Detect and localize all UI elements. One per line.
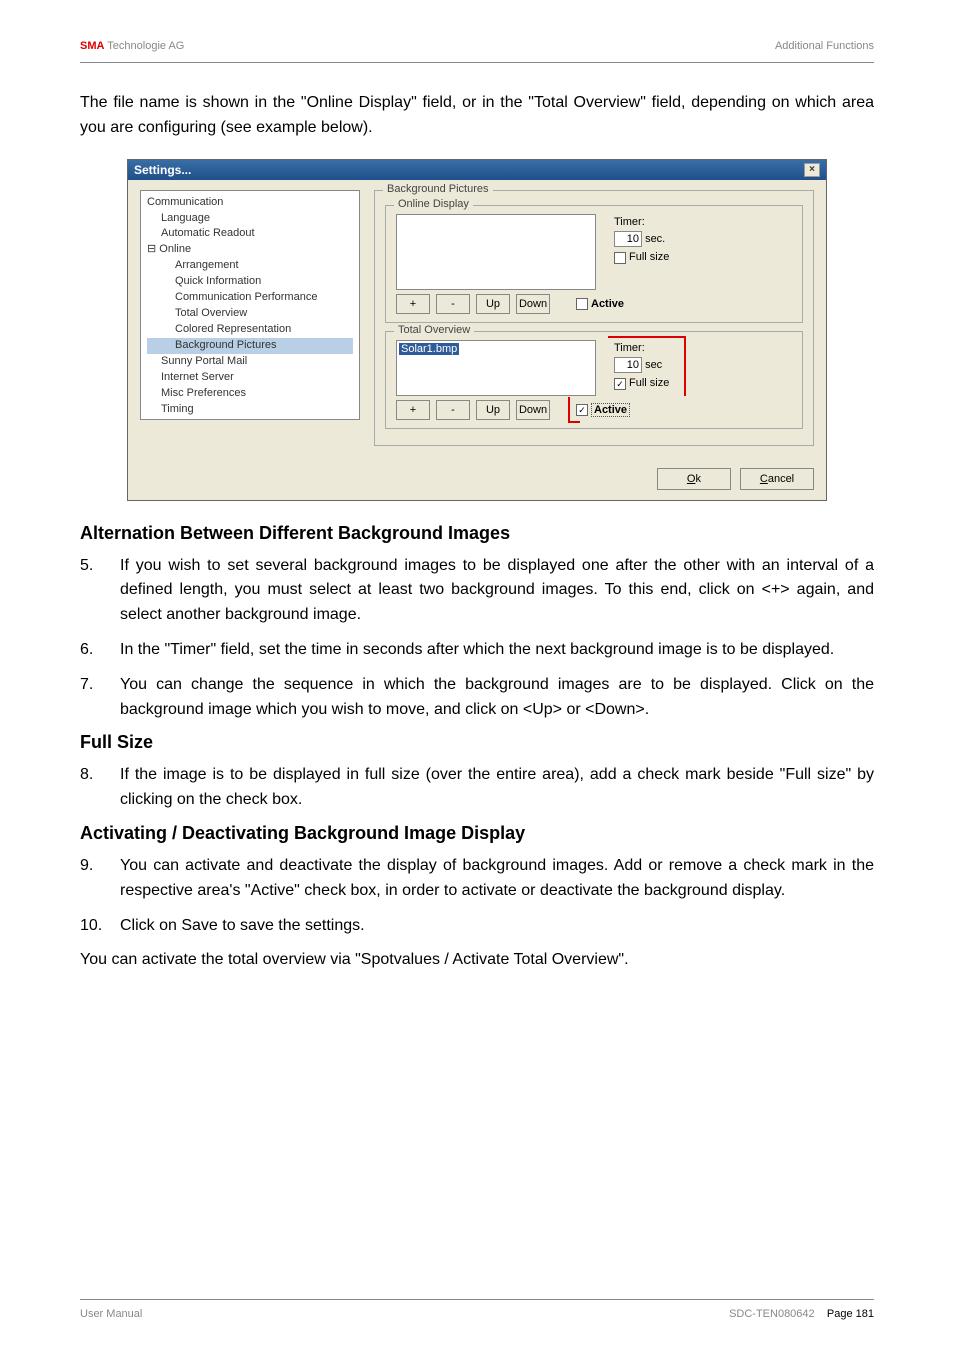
step-text: You can change the sequence in which the… bbox=[120, 673, 874, 723]
footer-left: User Manual bbox=[80, 1308, 142, 1320]
tree-item[interactable]: Sunny Portal Mail bbox=[147, 354, 353, 370]
timer-block-top: Timer: sec. Full size bbox=[614, 214, 669, 267]
page-header: SMA Technologie AG Additional Functions bbox=[80, 40, 874, 52]
brand: SMA bbox=[80, 40, 104, 52]
tree-item-selected[interactable]: Background Pictures bbox=[147, 338, 353, 354]
step-number: 7. bbox=[80, 673, 120, 723]
tree-item[interactable]: Colored Representation bbox=[147, 322, 353, 338]
timer-block-bottom: Timer: sec Full size bbox=[614, 340, 669, 393]
close-icon[interactable]: × bbox=[804, 163, 820, 177]
tree-item[interactable]: Communication Performance bbox=[147, 290, 353, 306]
tree-item[interactable]: Language bbox=[147, 211, 353, 227]
up-button[interactable]: Up bbox=[476, 294, 510, 314]
section-heading: Activating / Deactivating Background Ima… bbox=[80, 823, 874, 844]
group-online-display: Online Display Timer: sec. Full size bbox=[385, 205, 803, 323]
tree-item[interactable]: Data Storage bbox=[147, 418, 353, 420]
group-background-pictures: Background Pictures Online Display Timer… bbox=[374, 190, 814, 446]
tree-item[interactable]: Arrangement bbox=[147, 258, 353, 274]
tree-item[interactable]: ⊟ Online bbox=[147, 242, 353, 258]
header-right: Additional Functions bbox=[775, 40, 874, 52]
tree-item[interactable]: Quick Information bbox=[147, 274, 353, 290]
total-overview-list[interactable]: Solar1.bmp bbox=[396, 340, 596, 396]
remove-button[interactable]: - bbox=[436, 400, 470, 420]
online-display-list[interactable] bbox=[396, 214, 596, 290]
dialog-title: Settings... bbox=[134, 163, 191, 177]
list-item[interactable]: Solar1.bmp bbox=[399, 343, 459, 355]
step-text: If the image is to be displayed in full … bbox=[120, 763, 874, 813]
step-number: 5. bbox=[80, 554, 120, 628]
timer-label: Timer: bbox=[614, 214, 669, 232]
step-number: 8. bbox=[80, 763, 120, 813]
tree-item[interactable]: Internet Server bbox=[147, 370, 353, 386]
add-button[interactable]: + bbox=[396, 294, 430, 314]
ok-button[interactable]: Ok bbox=[657, 468, 731, 490]
up-button[interactable]: Up bbox=[476, 400, 510, 420]
header-rule bbox=[80, 62, 874, 63]
group-legend: Total Overview bbox=[394, 324, 474, 336]
step-text: Click on Save to save the settings. bbox=[120, 914, 874, 939]
dialog-titlebar: Settings... × bbox=[128, 160, 826, 180]
settings-dialog: Settings... × Communication Language Aut… bbox=[127, 159, 827, 501]
group-total-overview: Total Overview Solar1.bmp Timer: sec Ful… bbox=[385, 331, 803, 429]
fullsize-checkbox[interactable] bbox=[614, 252, 626, 264]
section-heading: Full Size bbox=[80, 732, 874, 753]
step-text: You can activate and deactivate the disp… bbox=[120, 854, 874, 904]
footer-right: SDC-TEN080642 Page 181 bbox=[729, 1308, 874, 1320]
page-footer: User Manual SDC-TEN080642 Page 181 bbox=[80, 1299, 874, 1320]
step-number: 9. bbox=[80, 854, 120, 904]
tree-item[interactable]: Timing bbox=[147, 402, 353, 418]
tree-item[interactable]: Total Overview bbox=[147, 306, 353, 322]
group-legend: Background Pictures bbox=[383, 183, 493, 195]
down-button[interactable]: Down bbox=[516, 400, 550, 420]
tree-item[interactable]: Automatic Readout bbox=[147, 226, 353, 242]
add-button[interactable]: + bbox=[396, 400, 430, 420]
dialog-figure: Settings... × Communication Language Aut… bbox=[80, 159, 874, 501]
annotation-mark bbox=[568, 397, 580, 423]
settings-tree[interactable]: Communication Language Automatic Readout… bbox=[140, 190, 360, 420]
remove-button[interactable]: - bbox=[436, 294, 470, 314]
header-left: SMA Technologie AG bbox=[80, 40, 184, 52]
closing-paragraph: You can activate the total overview via … bbox=[80, 948, 874, 973]
annotation-mark bbox=[608, 336, 686, 396]
cancel-button[interactable]: Cancel bbox=[740, 468, 814, 490]
timer-input[interactable] bbox=[614, 231, 642, 247]
active-checkbox[interactable] bbox=[576, 298, 588, 310]
tree-item[interactable]: Misc Preferences bbox=[147, 386, 353, 402]
step-text: If you wish to set several background im… bbox=[120, 554, 874, 628]
intro-paragraph: The file name is shown in the "Online Di… bbox=[80, 91, 874, 141]
step-text: In the "Timer" field, set the time in se… bbox=[120, 638, 874, 663]
group-legend: Online Display bbox=[394, 198, 473, 210]
step-number: 10. bbox=[80, 914, 120, 939]
step-number: 6. bbox=[80, 638, 120, 663]
down-button[interactable]: Down bbox=[516, 294, 550, 314]
tree-item[interactable]: Communication bbox=[147, 195, 353, 211]
section-heading: Alternation Between Different Background… bbox=[80, 523, 874, 544]
